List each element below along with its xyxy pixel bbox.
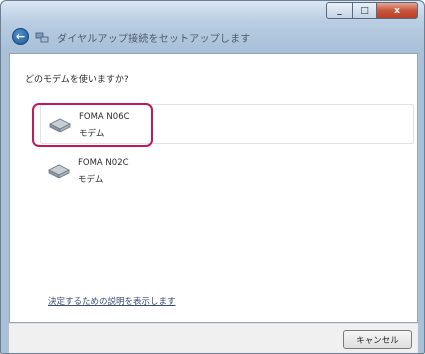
maximize-button[interactable]: □: [352, 2, 376, 19]
modem-list-item[interactable]: FOMA N02C モデム: [40, 151, 414, 191]
cancel-button[interactable]: キャンセル: [343, 330, 412, 349]
dialup-connection-icon: [35, 32, 49, 43]
dialog-footer: キャンセル: [9, 323, 418, 353]
back-arrow-button[interactable]: ←: [12, 28, 29, 45]
question-label: どのモデムを使いますか?: [25, 75, 129, 85]
modem-icon: [48, 164, 70, 178]
selection-highlight: [32, 103, 153, 147]
close-button[interactable]: x: [376, 2, 418, 19]
main-content: どのモデムを使いますか? FOMA N06C モデム FOMA N02C モデム…: [9, 53, 418, 323]
window-controls: _ □ x: [326, 2, 418, 20]
modem-type: モデム: [78, 175, 104, 185]
title-bar: _ □ x ← ダイヤルアップ接続をセットアップします: [1, 1, 424, 53]
window-title: ダイヤルアップ接続をセットアップします: [57, 34, 251, 45]
help-link[interactable]: 決定するための説明を表示します: [48, 295, 176, 307]
modem-name: FOMA N02C: [78, 158, 129, 168]
dialog-window: _ □ x ← ダイヤルアップ接続をセットアップします どのモデムを使いますか?…: [0, 0, 425, 354]
minimize-button[interactable]: _: [326, 2, 352, 19]
